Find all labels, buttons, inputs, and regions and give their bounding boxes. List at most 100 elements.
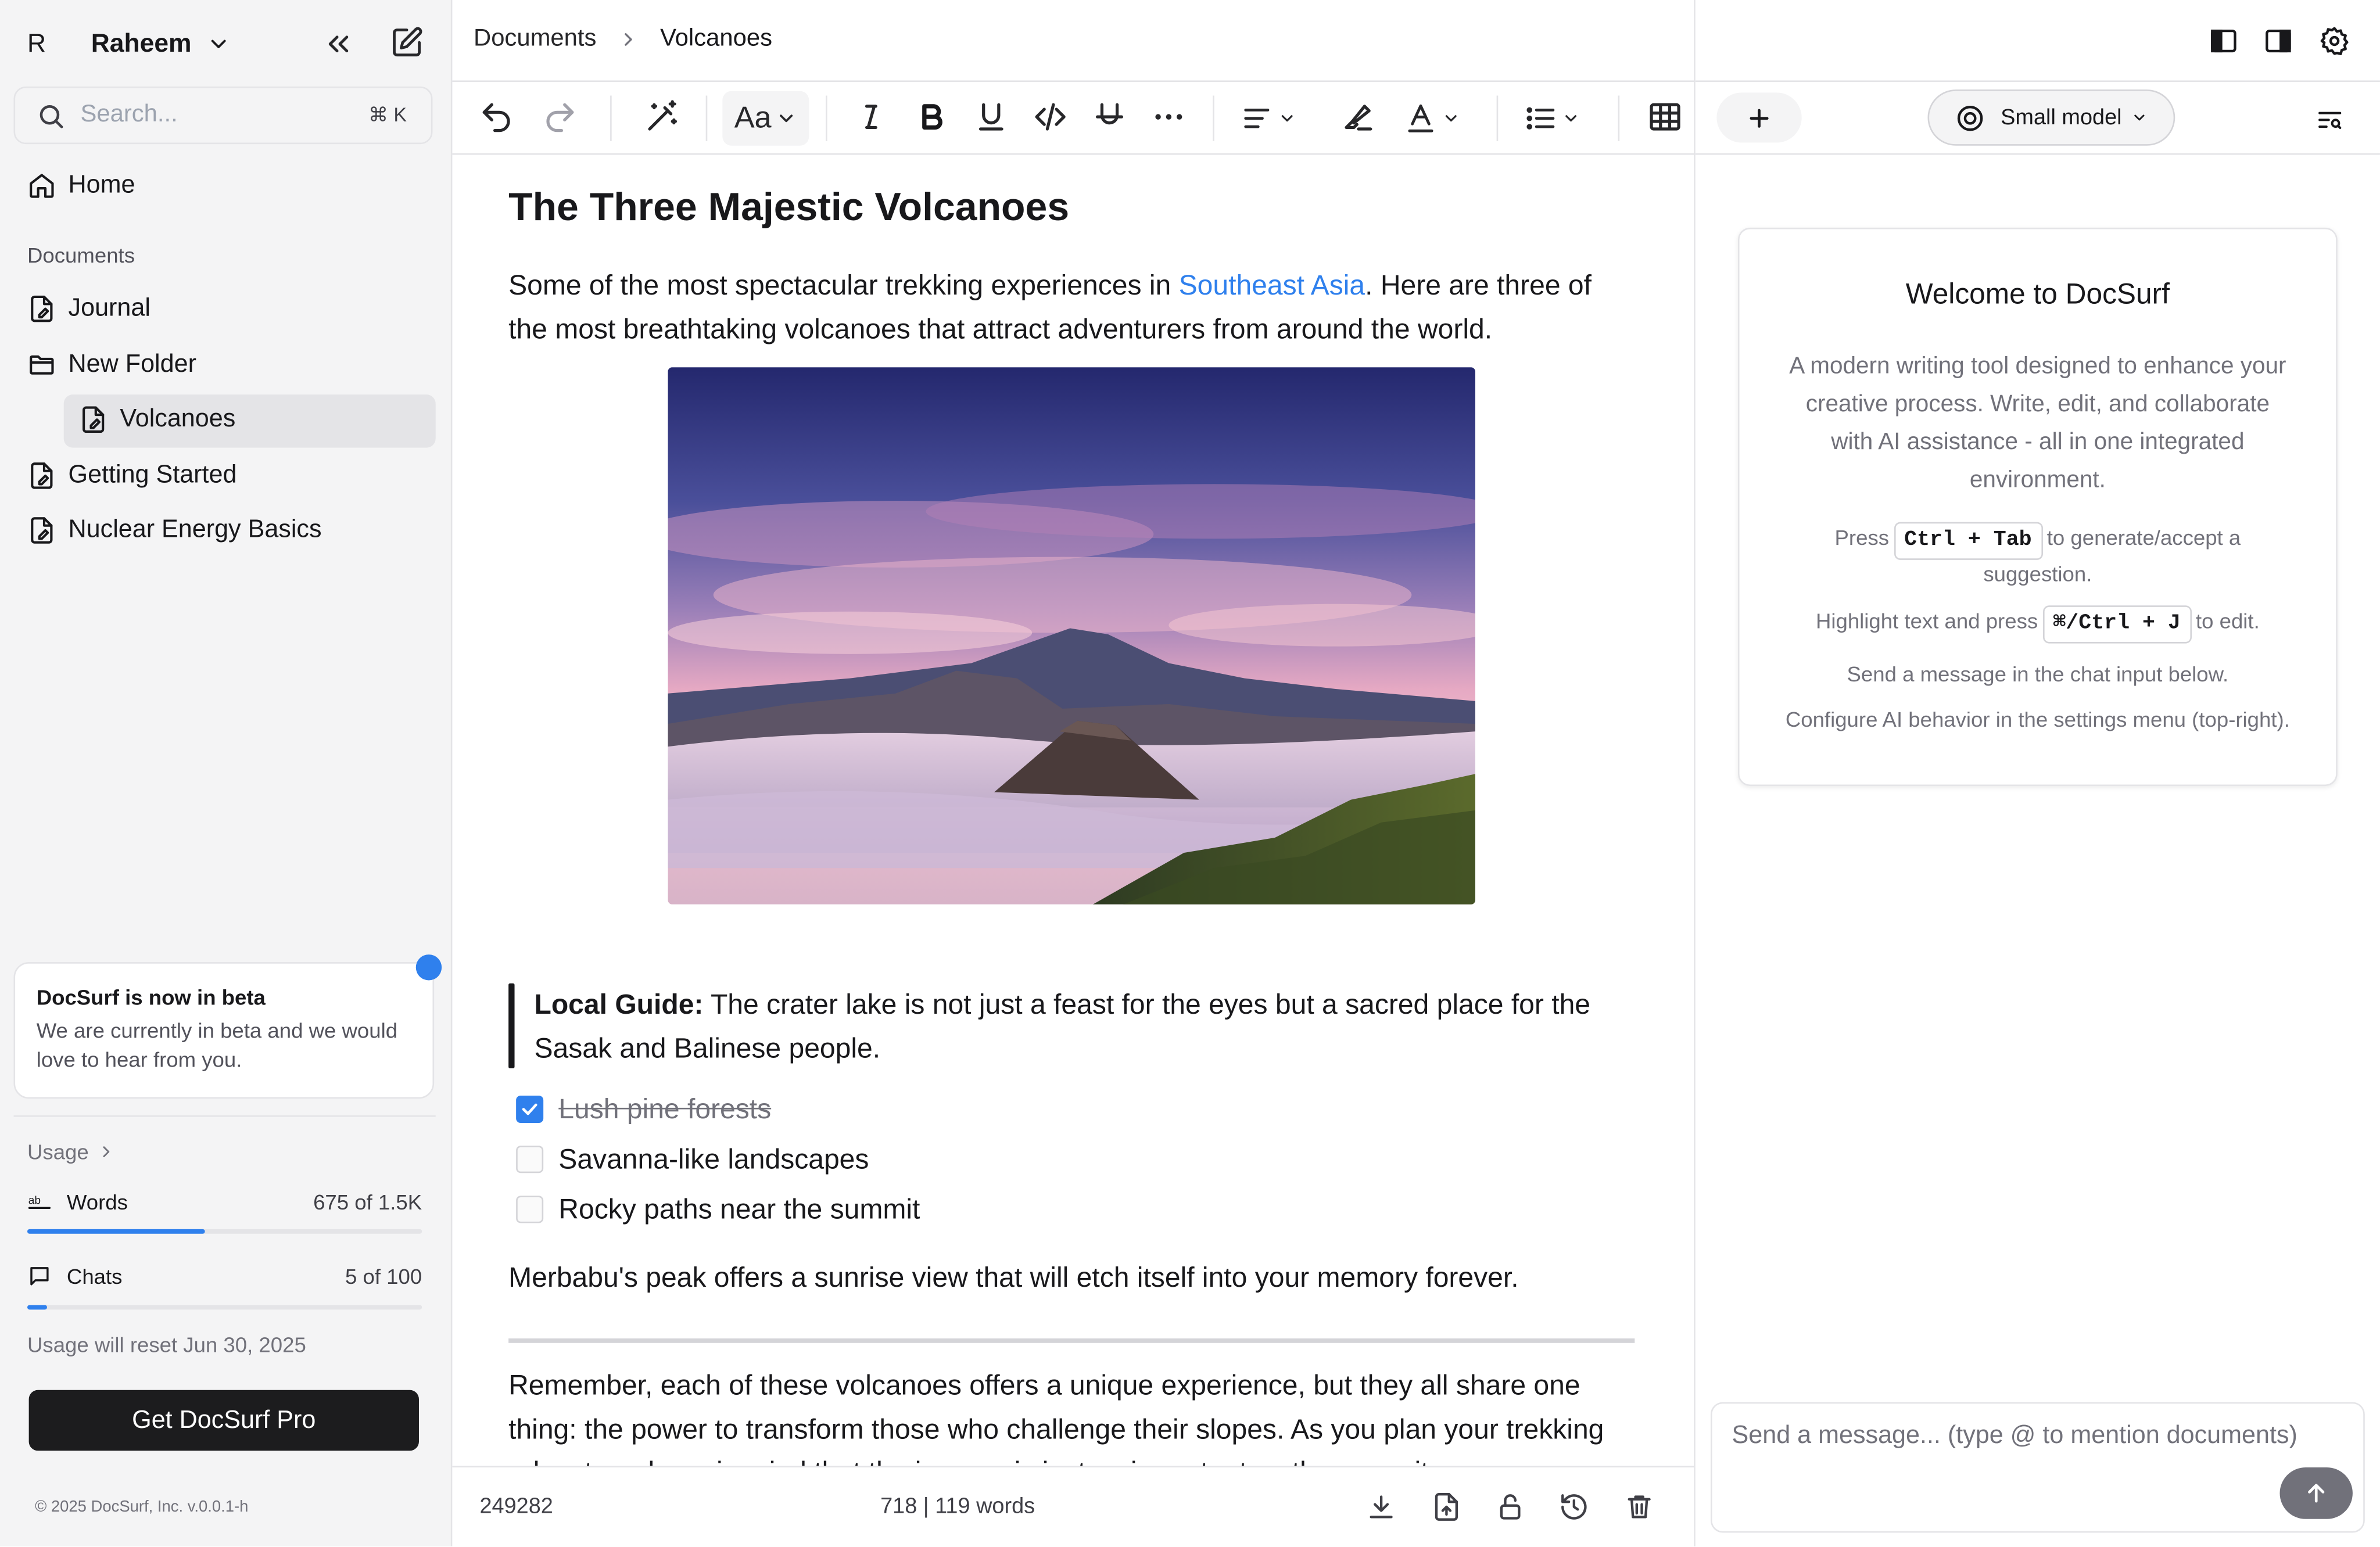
intro-text: Some of the most spectacular trekking ex… [508,268,1179,301]
more-icon[interactable] [1150,99,1187,135]
document-id: 249282 [479,1495,553,1519]
chats-value: 5 of 100 [345,1264,422,1288]
sidebar-item-journal[interactable]: Journal [27,295,150,324]
user-name: Raheem [91,28,192,58]
strikethrough-icon[interactable] [1091,99,1128,135]
export-icon[interactable] [1431,1492,1461,1522]
underline-icon[interactable] [973,99,1009,135]
tip-chat: Send a message in the chat input below. [1847,661,2229,686]
sidebar-item-new-folder[interactable]: New Folder [27,350,196,379]
sidebar-item-getting-started[interactable]: Getting Started [27,461,236,490]
editor-pane: Documents Volcanoes Aa The Three Majesti… [452,0,1696,1546]
welcome-card: Welcome to DocSurf A modern writing tool… [1737,227,2338,787]
task-checkbox[interactable] [516,1146,544,1173]
sidebar-item-home[interactable]: Home [27,171,135,200]
document-icon [79,405,108,434]
trash-icon[interactable] [1624,1492,1654,1522]
tip-generate: Press Ctrl + Tab to generate/accept a sugg… [1780,522,2296,589]
copyright: © 2025 DocSurf, Inc. v.0.0.1-h [35,1498,249,1516]
breadcrumb-current: Volcanoes [660,26,772,52]
avatar: R [27,28,46,58]
status-bar: 249282 718 | 119 words [452,1466,1694,1546]
sidebar: R Raheem Search... ⌘ K Home Documents Jo… [0,0,453,1546]
tip-edit: Highlight text and press ⌘/Ctrl + Jto edi… [1780,605,2296,644]
italic-icon[interactable] [853,99,890,135]
arrow-up-icon [2303,1480,2330,1507]
redo-icon[interactable] [542,99,579,135]
divider [13,1115,436,1117]
task-item[interactable]: Lush pine forests [516,1093,771,1126]
document-title[interactable]: The Three Majestic Volcanoes [508,184,1069,231]
chats-label: Chats [66,1264,123,1288]
table-icon[interactable] [1647,99,1683,135]
document-content[interactable]: The Three Majestic Volcanoes Some of the… [508,155,1639,1466]
breadcrumb: Documents Volcanoes [474,26,772,53]
chat-input[interactable]: Send a message... (type @ to mention doc… [1710,1402,2365,1533]
tip-text: Press [1834,525,1890,550]
task-checkbox[interactable] [516,1196,544,1223]
download-icon[interactable] [1366,1492,1396,1522]
sidebar-item-nuclear-energy[interactable]: Nuclear Energy Basics [27,516,322,545]
document-icon [27,295,56,324]
tip-text: to edit. [2195,608,2260,633]
words-icon: ab [27,1190,52,1214]
panel-left-icon[interactable] [2209,26,2239,56]
usage-label: Usage [27,1139,89,1164]
sidebar-item-label: Journal [68,294,150,322]
sidebar-item-label: New Folder [68,350,196,378]
undo-icon[interactable] [478,99,515,135]
bold-icon[interactable] [914,99,951,135]
task-label: Lush pine forests [558,1092,772,1125]
magic-wand-icon[interactable] [644,99,680,135]
highlighter-icon[interactable] [1339,99,1375,135]
user-menu[interactable]: R Raheem [27,21,429,67]
closing-paragraph[interactable]: Remember, each of these volcanoes offers… [508,1364,1632,1466]
sidebar-item-label: Home [68,171,135,199]
chats-progress [27,1305,422,1310]
font-style-dropdown[interactable]: Aa [722,91,809,146]
get-pro-button[interactable]: Get DocSurf Pro [28,1390,419,1451]
panel-right-icon[interactable] [2263,26,2293,56]
search-input[interactable]: Search... ⌘ K [13,86,433,145]
text-color-dropdown[interactable] [1404,100,1460,137]
words-meter: ab Words 675 of 1.5K [27,1190,422,1214]
chat-icon [27,1264,52,1288]
intro-paragraph[interactable]: Some of the most spectacular trekking ex… [508,264,1624,351]
model-icon [1955,102,1985,132]
document-icon [27,516,56,545]
beta-card[interactable]: DocSurf is now in beta We are currently … [13,962,435,1099]
collapse-sidebar-icon[interactable] [322,27,355,60]
summit-paragraph[interactable]: Merbabu's peak offers a sunrise view tha… [508,1257,1632,1300]
task-item[interactable]: Rocky paths near the summit [516,1193,920,1226]
font-style-label: Aa [734,100,772,135]
send-button[interactable] [2279,1467,2353,1519]
history-icon[interactable] [1559,1492,1589,1522]
breadcrumb-documents[interactable]: Documents [474,26,596,53]
chevron-right-icon [618,29,639,51]
sidebar-item-volcanoes[interactable]: Volcanoes [79,405,235,434]
new-document-icon[interactable] [390,26,423,59]
local-guide-quote[interactable]: Local Guide: The crater lake is not just… [534,984,1619,1070]
align-dropdown[interactable] [1240,100,1296,137]
sidebar-item-label: Nuclear Energy Basics [68,516,322,544]
notification-dot [415,954,442,981]
chevron-down-icon [776,107,797,129]
words-value: 675 of 1.5K [313,1189,422,1214]
chevron-down-icon [1278,109,1296,127]
usage-link[interactable]: Usage [27,1140,116,1164]
settings-icon[interactable] [2319,26,2349,56]
task-item[interactable]: Savanna-like landscapes [516,1143,869,1176]
toolbar-divider [826,95,827,141]
unlock-icon[interactable] [1495,1492,1525,1522]
code-icon[interactable] [1032,99,1069,135]
search-icon [37,101,66,130]
list-dropdown[interactable] [1524,100,1580,137]
southeast-asia-link[interactable]: Southeast Asia [1179,268,1365,300]
folder-icon [27,350,56,379]
task-checkbox[interactable] [516,1096,544,1124]
chats-progress-fill [27,1305,47,1310]
model-selector[interactable]: Small model [1927,89,2175,146]
words-label: Words [66,1189,128,1214]
new-chat-button[interactable] [1716,92,1802,143]
menu-search-icon[interactable] [2316,106,2343,134]
